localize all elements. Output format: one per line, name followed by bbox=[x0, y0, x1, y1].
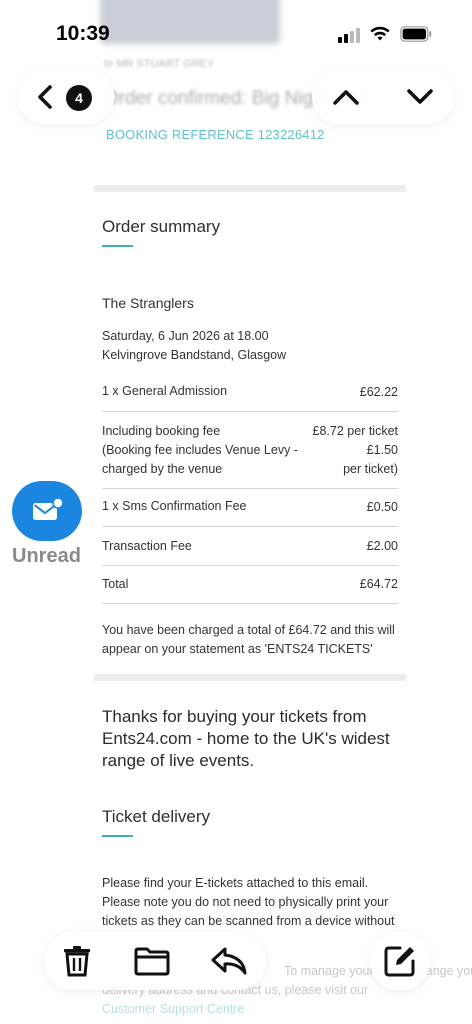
row-divider bbox=[102, 411, 398, 412]
unread-label: Unread bbox=[12, 545, 81, 567]
chevron-left-icon bbox=[38, 85, 52, 109]
chevron-up-icon bbox=[333, 90, 359, 105]
chevron-down-icon bbox=[407, 89, 433, 104]
sms-fee-label: 1 x Sms Confirmation Fee bbox=[102, 499, 247, 513]
status-bar: 10:39 bbox=[0, 0, 472, 60]
event-date: Saturday, 6 Jun 2026 at 18.00 bbox=[102, 329, 269, 343]
total-label: Total bbox=[102, 577, 129, 591]
ticket-line-label: 1 x General Admission bbox=[102, 384, 228, 398]
compose-button[interactable] bbox=[380, 942, 420, 980]
envelope-badge-icon bbox=[33, 497, 64, 520]
booking-fee-value: per ticket) bbox=[343, 462, 398, 476]
reply-button[interactable] bbox=[208, 942, 250, 980]
ticket-line-price: £62.22 bbox=[359, 385, 398, 399]
order-summary-title: Order summary bbox=[102, 217, 221, 236]
booking-fee-label: Including booking fee bbox=[102, 424, 221, 438]
booking-reference: BOOKING REFERENCE 123226412 bbox=[106, 127, 325, 142]
event-venue: Kelvingrove Bandstand, Glasgow bbox=[102, 348, 287, 362]
transaction-fee-price: £2.00 bbox=[366, 539, 398, 553]
section-divider bbox=[94, 185, 406, 192]
booking-fee-value: £8.72 per ticket bbox=[312, 424, 398, 438]
charge-note: You have been charged a total of £64.72 … bbox=[102, 623, 395, 637]
compose-icon bbox=[384, 946, 415, 977]
booking-fee-label: (Booking fee includes Venue Levy - bbox=[102, 443, 298, 457]
row-divider bbox=[102, 526, 398, 527]
ticket-delivery-title: Ticket delivery bbox=[102, 807, 211, 826]
wifi-icon bbox=[370, 26, 390, 41]
total-price: £64.72 bbox=[359, 577, 398, 591]
customer-support-link[interactable]: Customer Support Centre bbox=[102, 1000, 402, 1019]
previous-message-button[interactable] bbox=[326, 80, 366, 114]
back-button[interactable] bbox=[28, 80, 62, 114]
delete-button[interactable] bbox=[58, 942, 96, 980]
folder-icon bbox=[134, 947, 170, 976]
title-underline bbox=[102, 835, 133, 837]
status-time: 10:39 bbox=[56, 22, 110, 45]
next-message-button[interactable] bbox=[400, 80, 440, 114]
mark-unread-button[interactable] bbox=[12, 481, 82, 541]
transaction-fee-label: Transaction Fee bbox=[102, 539, 192, 553]
thanks-message: Thanks for buying your tickets from Ents… bbox=[102, 707, 390, 770]
event-name: The Stranglers bbox=[102, 295, 194, 311]
unread-count-badge: 4 bbox=[66, 85, 92, 111]
booking-fee-label: charged by the venue bbox=[102, 462, 223, 476]
battery-icon bbox=[400, 26, 432, 42]
reply-icon bbox=[211, 947, 247, 975]
move-to-folder-button[interactable] bbox=[132, 942, 172, 980]
booking-fee-value: £1.50 bbox=[366, 443, 398, 457]
row-divider bbox=[102, 488, 398, 489]
trash-icon bbox=[64, 946, 90, 977]
title-underline bbox=[102, 245, 133, 247]
row-divider bbox=[102, 565, 398, 566]
ticket-delivery-text: Please find your E-tickets attached to t… bbox=[102, 876, 395, 928]
cellular-signal-icon bbox=[338, 27, 360, 43]
sms-fee-price: £0.50 bbox=[366, 500, 398, 514]
row-divider bbox=[102, 603, 398, 604]
charge-note: appear on your statement as 'ENTS24 TICK… bbox=[102, 642, 373, 656]
section-divider bbox=[94, 674, 406, 681]
